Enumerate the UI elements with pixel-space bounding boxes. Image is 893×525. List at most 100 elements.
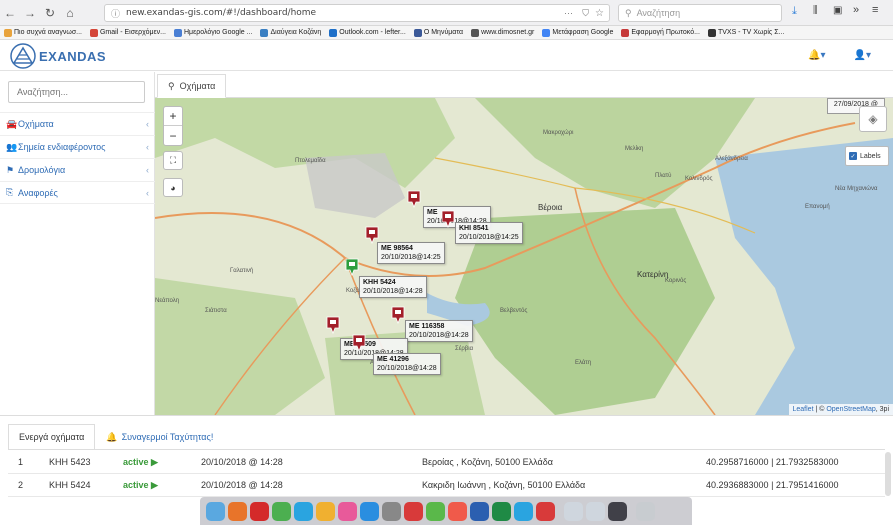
- bookmark-item[interactable]: Outlook.com - lefter...: [329, 28, 406, 37]
- vehicle-marker-icon[interactable]: [391, 306, 405, 324]
- dock-screen2-icon[interactable]: [586, 501, 605, 521]
- sidebar-item-poi[interactable]: 👥 Σημεία ενδιαφέροντος ‹: [0, 135, 155, 158]
- address-bar[interactable]: ⓘ new.exandas-gis.com/#!/dashboard/home …: [104, 4, 610, 22]
- vehicle-label: ΜΕ 98564 20/10/2018@14:25: [377, 242, 445, 264]
- bell-icon[interactable]: 🔔▾: [808, 50, 825, 61]
- browser-search-input[interactable]: ⚲ Αναζήτηση: [618, 4, 782, 22]
- dock-screen-icon[interactable]: [564, 501, 583, 521]
- sidebar-item-vehicles[interactable]: 🚘 Οχήματα ‹: [0, 112, 155, 135]
- row-time: 20/10/2018 @ 14:28: [201, 457, 283, 467]
- vehicle-marker-icon[interactable]: [407, 190, 421, 208]
- vehicle-marker-icon[interactable]: [352, 334, 366, 352]
- map-place-label: Κατερίνη: [637, 270, 669, 279]
- bell-icon: 🔔: [106, 431, 118, 442]
- vehicle-plate: ΜΕ 98564: [381, 245, 413, 252]
- vehicle-marker-icon[interactable]: [441, 210, 455, 228]
- labels-toggle[interactable]: ✓ Labels: [845, 146, 889, 166]
- map-place-label: Νεάπολη: [155, 298, 180, 304]
- zoom-out-button[interactable]: −: [164, 126, 182, 145]
- locate-button[interactable]: ◕: [163, 178, 183, 197]
- bookmark-item[interactable]: Gmail - Εισερχόμεν...: [89, 28, 166, 37]
- overflow-icon[interactable]: »: [853, 4, 859, 16]
- user-icon[interactable]: 👤▾: [854, 50, 871, 61]
- zoom-in-button[interactable]: +: [164, 107, 182, 126]
- leaflet-link[interactable]: Leaflet: [793, 406, 814, 413]
- page-actions-icon[interactable]: ···: [564, 8, 573, 18]
- dock-word-icon[interactable]: [470, 501, 489, 521]
- bookmark-item[interactable]: Ο Μηνύματα: [413, 28, 463, 37]
- dock-appstore-icon[interactable]: [360, 501, 379, 521]
- dock-skype-icon[interactable]: [294, 501, 313, 521]
- bookmark-favicon-icon: [174, 28, 182, 37]
- reload-icon[interactable]: ↻: [40, 3, 60, 23]
- star-icon[interactable]: ☆: [595, 8, 604, 19]
- sidebar-item-routes[interactable]: ⚑ Δρομολόγια ‹: [0, 158, 155, 181]
- dock-photos-icon[interactable]: [316, 501, 335, 521]
- vehicle-marker-icon[interactable]: [345, 258, 359, 276]
- bookmark-item[interactable]: Ημερολόγιο Google ...: [174, 28, 252, 37]
- logo[interactable]: EXANDAS: [10, 43, 106, 69]
- pocket-icon[interactable]: ⛉: [582, 8, 589, 19]
- map-place-label: Σιάτιστα: [205, 308, 227, 314]
- row-coords: 40.2958716000 | 21.7932583000: [706, 457, 839, 467]
- vehicle-plate: ΜΕ 116358: [409, 323, 445, 330]
- download-icon[interactable]: ⤓: [792, 5, 797, 18]
- row-plate: ΚΗΗ 5423: [49, 457, 91, 467]
- sidebar-item-reports[interactable]: ⎘ Αναφορές ‹: [0, 181, 155, 204]
- table-row[interactable]: 2 ΚΗΗ 5424 active ▶ 20/10/2018 @ 14:28 Κ…: [8, 474, 885, 497]
- zoom-control: + −: [163, 106, 183, 146]
- search-icon: ⚲: [625, 7, 632, 18]
- bookmark-item[interactable]: Διαύγεια Κοζάνη: [260, 28, 321, 37]
- dock-pdf-icon[interactable]: [404, 501, 423, 521]
- dock-itunes-icon[interactable]: [338, 501, 357, 521]
- status-badge: active ▶: [123, 457, 158, 467]
- dock-pdf2-icon[interactable]: [536, 501, 555, 521]
- home-icon[interactable]: ⌂: [60, 3, 80, 23]
- dock-skype2-icon[interactable]: [514, 501, 533, 521]
- dock-opera-icon[interactable]: [250, 501, 269, 521]
- status-badge: active ▶: [123, 480, 158, 490]
- row-index: 1: [18, 457, 24, 467]
- vehicle-time: 20/10/2018@14:28: [377, 365, 437, 372]
- menu-icon[interactable]: ≡: [872, 4, 878, 16]
- map-place-label: Γαλατινή: [230, 268, 254, 274]
- dock-firefox-icon[interactable]: [228, 501, 247, 521]
- osm-link[interactable]: OpenStreetMap: [826, 406, 875, 413]
- tab-active-vehicles[interactable]: Ενεργά οχήματα: [8, 424, 96, 450]
- layers-icon[interactable]: ◈: [859, 106, 887, 132]
- tab-vehicles[interactable]: ⚲ Οχήματα: [157, 74, 227, 98]
- map-place-label: Βέροια: [538, 203, 563, 212]
- dock-excel-icon[interactable]: [492, 501, 511, 521]
- map-tabbar: ⚲ Οχήματα: [155, 72, 893, 98]
- bookmark-item[interactable]: Πιο συχνά αναγνωσ...: [4, 28, 82, 37]
- vehicle-marker-icon[interactable]: [326, 316, 340, 334]
- library-icon[interactable]: ⫼: [813, 5, 818, 16]
- fullscreen-button[interactable]: ⛶: [163, 151, 183, 170]
- back-icon[interactable]: ←: [0, 3, 20, 23]
- map[interactable]: Βέροια Κοζάνη Κατερίνη Μακροχώρι Αλεξάνδρεια…: [155, 98, 893, 415]
- bookmark-item[interactable]: www.dimosnet.gr: [471, 28, 534, 37]
- dock-screen3-icon[interactable]: [608, 501, 627, 521]
- sidebar-search-input[interactable]: [8, 81, 145, 103]
- bookmark-item[interactable]: Μετάφραση Google: [542, 28, 613, 37]
- scrollbar[interactable]: [885, 452, 891, 496]
- route-icon: ⚑: [6, 164, 15, 175]
- dock-preferences-icon[interactable]: [382, 501, 401, 521]
- dock-calendar-icon[interactable]: [448, 501, 467, 521]
- tab-speed-alarms[interactable]: 🔔 Συναγερμοί Ταχύτητας!: [95, 424, 224, 450]
- map-terrain: [155, 98, 893, 415]
- report-icon: ⎘: [6, 187, 14, 197]
- sidebar-item-label: Αναφορές: [18, 187, 58, 198]
- bookmark-favicon-icon: [260, 28, 269, 37]
- sidebar-toggle-icon[interactable]: ▣: [833, 5, 842, 16]
- dock-finder-icon[interactable]: [206, 501, 225, 521]
- bookmark-item[interactable]: TVXS - TV Χωρίς Σ...: [707, 28, 784, 37]
- chevron-left-icon: ‹: [146, 165, 149, 175]
- table-row[interactable]: 1 ΚΗΗ 5423 active ▶ 20/10/2018 @ 14:28 Β…: [8, 451, 885, 474]
- forward-icon[interactable]: →: [20, 3, 40, 23]
- dock-chrome-icon[interactable]: [272, 501, 291, 521]
- bookmark-item[interactable]: Εφαρμογή Πρωτοκό...: [621, 28, 700, 37]
- dock-trash-icon[interactable]: [636, 501, 655, 521]
- map-place-label: Πτολεμαΐδα: [295, 158, 326, 164]
- dock-evernote-icon[interactable]: [426, 501, 445, 521]
